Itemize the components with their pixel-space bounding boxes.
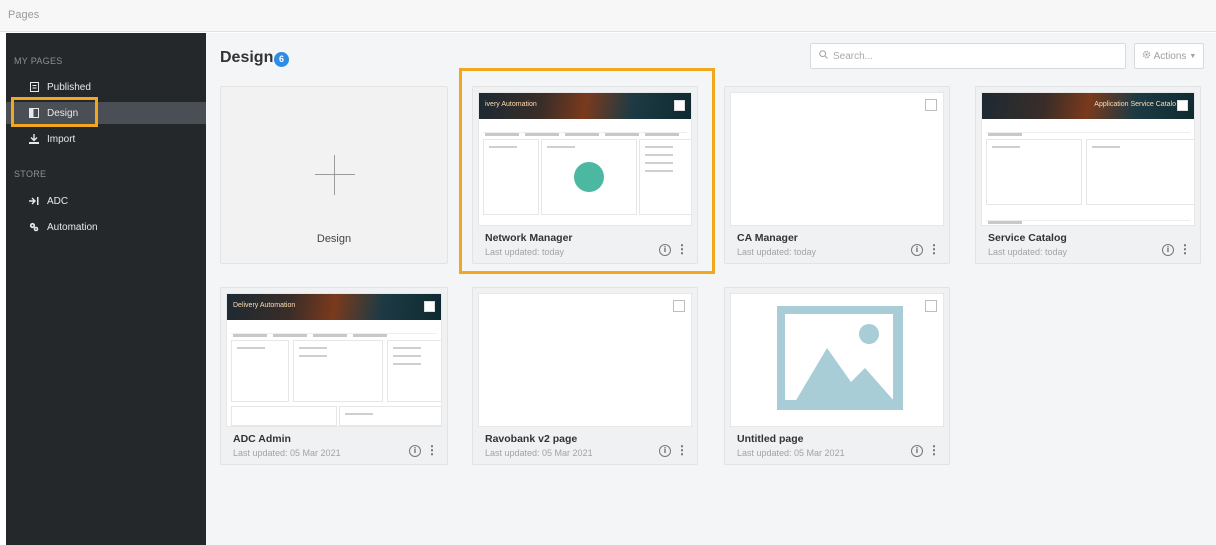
thumbnail-panel	[231, 406, 337, 426]
gear-icon	[1142, 50, 1151, 62]
search-input[interactable]	[833, 50, 1113, 62]
page-card-adc-admin[interactable]: Delivery Automation ADC Admin Last updat…	[220, 287, 448, 465]
sidebar-item-import[interactable]: Import	[6, 128, 206, 150]
thumbnail-panel	[339, 406, 441, 426]
sidebar-item-label: Import	[47, 133, 76, 145]
automation-icon	[28, 221, 40, 233]
more-options-icon[interactable]: ⋮	[1179, 242, 1191, 256]
search-box[interactable]	[810, 43, 1126, 69]
sidebar-item-automation[interactable]: Automation	[6, 216, 206, 238]
section-label-store: STORE	[14, 169, 47, 179]
card-title: CA Manager	[737, 232, 798, 244]
card-date: Last updated: 05 Mar 2021	[737, 448, 845, 458]
card-date: Last updated: today	[988, 247, 1068, 257]
plus-icon	[315, 155, 355, 195]
adc-icon	[28, 195, 40, 207]
info-icon[interactable]: i	[409, 445, 421, 457]
more-options-icon[interactable]: ⋮	[676, 443, 688, 457]
actions-label: Actions	[1153, 50, 1187, 62]
import-icon	[28, 133, 40, 145]
card-date: Last updated: today	[737, 247, 817, 257]
card-date: Last updated: 05 Mar 2021	[233, 448, 341, 458]
thumbnail-panel	[387, 340, 441, 402]
banner-text: Application Service Catalo	[1094, 101, 1176, 108]
create-design-tile[interactable]: Design	[220, 86, 448, 264]
info-icon[interactable]: i	[911, 244, 923, 256]
info-icon[interactable]: i	[1162, 244, 1174, 256]
page-card-untitled[interactable]: Untitled page Last updated: 05 Mar 2021 …	[724, 287, 950, 465]
thumbnail-panel	[293, 340, 383, 402]
card-thumbnail: Delivery Automation	[226, 293, 442, 427]
more-options-icon[interactable]: ⋮	[928, 242, 940, 256]
page-title: Design	[220, 49, 274, 66]
thumbnail-toolbar	[231, 324, 437, 337]
card-title: Untitled page	[737, 433, 804, 445]
info-icon[interactable]: i	[659, 445, 671, 457]
thumbnail-banner: Application Service Catalo	[982, 93, 1194, 119]
create-design-label: Design	[316, 233, 352, 245]
card-thumbnail	[478, 293, 692, 427]
actions-dropdown[interactable]: Actions ▼	[1134, 43, 1204, 69]
thumbnail-panel	[231, 340, 289, 402]
thumbnail-toolbar	[986, 123, 1190, 136]
card-title: Service Catalog	[988, 232, 1067, 244]
more-options-icon[interactable]: ⋮	[426, 443, 438, 457]
thumbnail-panel	[1086, 139, 1194, 205]
card-thumbnail: Application Service Catalo	[981, 92, 1195, 226]
sidebar-item-label: Automation	[47, 221, 98, 233]
select-checkbox[interactable]	[925, 300, 937, 312]
design-item-highlight	[11, 97, 98, 127]
card-thumbnail	[730, 92, 944, 226]
page-count-badge: 6	[274, 52, 289, 67]
sidebar-item-published[interactable]: Published	[6, 76, 206, 98]
info-icon[interactable]: i	[911, 445, 923, 457]
card-thumbnail	[730, 293, 944, 427]
banner-text: Delivery Automation	[233, 302, 296, 309]
page-card-ravobank-v2[interactable]: Ravobank v2 page Last updated: 05 Mar 20…	[472, 287, 698, 465]
window-title: Pages	[8, 9, 40, 21]
window-titlebar: Pages	[0, 0, 1216, 32]
section-label-my-pages: MY PAGES	[14, 56, 63, 66]
page-card-ca-manager[interactable]: CA Manager Last updated: today i ⋮	[724, 86, 950, 264]
chevron-down-icon: ▼	[1189, 52, 1197, 60]
image-placeholder-icon	[777, 306, 903, 410]
page-card-service-catalog[interactable]: Application Service Catalo Service Catal…	[975, 86, 1201, 264]
sidebar-item-label: ADC	[47, 195, 69, 207]
card-title: ADC Admin	[233, 433, 291, 445]
card-title: Ravobank v2 page	[485, 433, 578, 445]
thumbnail-footer	[986, 211, 1190, 224]
sidebar-item-label: Published	[47, 81, 91, 93]
selected-card-highlight	[459, 68, 715, 274]
select-checkbox[interactable]	[1177, 100, 1188, 111]
select-checkbox[interactable]	[424, 301, 435, 312]
select-checkbox[interactable]	[673, 300, 685, 312]
card-date: Last updated: 05 Mar 2021	[485, 448, 593, 458]
select-checkbox[interactable]	[925, 99, 937, 111]
thumbnail-banner: Delivery Automation	[227, 294, 441, 320]
sidebar-item-adc[interactable]: ADC	[6, 190, 206, 212]
thumbnail-panel	[986, 139, 1082, 205]
search-icon	[819, 50, 828, 62]
published-icon	[28, 81, 40, 93]
more-options-icon[interactable]: ⋮	[928, 443, 940, 457]
